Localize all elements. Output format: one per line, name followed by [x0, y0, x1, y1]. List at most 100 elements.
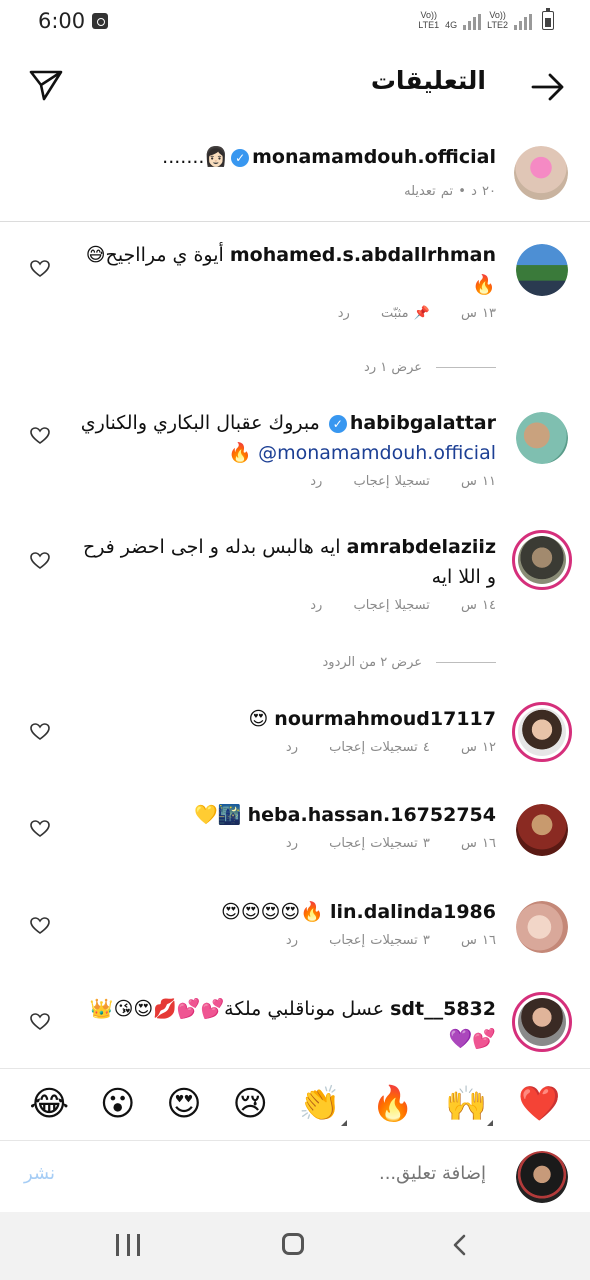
avatar[interactable] — [512, 702, 572, 762]
comment-text-line: amrabdelaziiz ايه هالبس بدله و اجى احضر … — [70, 532, 496, 592]
status-bar: 6:00 Vo)) LTE1 4G Vo)) LTE2 — [0, 0, 590, 44]
comment-item: heba.hassan.16752754 🌃💛 ١٦ س ٣ تسجيلات إ… — [70, 800, 496, 851]
caption-meta: ٢٠ د • تم تعديله — [404, 184, 496, 199]
send-direct-icon[interactable] — [28, 68, 64, 102]
pinned-label: 📌 مثبّت — [380, 306, 430, 321]
comment-text: 🌃💛 — [194, 804, 242, 826]
emoji-heart-button[interactable]: ❤️ — [518, 1084, 560, 1124]
quick-emoji-bar: 😂 😮 😍 😢 👏 🔥 🙌 ❤️ — [0, 1068, 590, 1138]
comment-meta: ١٦ س ٣ تسجيلات إعجاب رد — [70, 933, 496, 948]
emoji-surprised-button[interactable]: 😮 — [100, 1084, 135, 1124]
likes-count[interactable]: ٤ تسجيلات إعجاب — [329, 740, 430, 755]
comment-time: ١٦ س — [461, 836, 496, 851]
comment-meta: ١٣ س 📌 مثبّت رد — [70, 306, 496, 321]
view-replies-label[interactable]: عرض ١ رد — [364, 360, 422, 375]
avatar[interactable] — [512, 530, 572, 590]
reply-button[interactable]: رد — [286, 933, 298, 948]
comment-meta: ١٢ س ٤ تسجيلات إعجاب رد — [70, 740, 496, 755]
comment-text-line: @monamamdouh.official 🔥 — [70, 438, 496, 468]
avatar[interactable] — [516, 412, 568, 464]
comment-username[interactable]: lin.dalinda1986 — [330, 901, 496, 923]
reply-button[interactable]: رد — [286, 836, 298, 851]
comment-item: mohamed.s.abdallrhman أيوة ي مرااجيح😅🔥 ١… — [70, 240, 496, 321]
comment-text-line: sdt__5832 عسل موناقلبي ملكة💕💕💋😍😘👑💕💜 — [70, 994, 496, 1054]
home-icon[interactable] — [282, 1233, 304, 1255]
emoji-heart-eyes-button[interactable]: 😍 — [166, 1084, 201, 1124]
comment-item: lin.dalinda1986 🔥😍😍😍😍 ١٦ س ٣ تسجيلات إعج… — [70, 897, 496, 948]
comment-username[interactable]: mohamed.s.abdallrhman — [230, 244, 496, 266]
verified-badge-icon: ✓ — [231, 148, 250, 167]
add-comment-input[interactable] — [226, 1163, 486, 1184]
comment-item: sdt__5832 عسل موناقلبي ملكة💕💕💋😍😘👑💕💜 — [70, 994, 496, 1054]
comment-username[interactable]: nourmahmoud17117 — [274, 708, 496, 730]
like-heart-icon[interactable] — [30, 1013, 50, 1031]
network-type: 4G — [445, 20, 458, 30]
reply-button[interactable]: رد — [286, 740, 298, 755]
recent-apps-icon[interactable] — [116, 1234, 140, 1256]
comment-time: ١١ س — [461, 474, 496, 489]
like-heart-icon[interactable] — [30, 820, 50, 838]
header: التعليقات — [0, 52, 590, 116]
post-button[interactable]: نشر — [24, 1163, 55, 1184]
like-heart-icon[interactable] — [30, 260, 50, 278]
comment-username[interactable]: heba.hassan.16752754 — [248, 804, 496, 826]
comment-text: 😍 — [248, 708, 269, 730]
post-caption: monamamdouh.official✓👩🏻....... ٢٠ د • تم… — [0, 140, 590, 222]
likes-count[interactable]: ٣ تسجيلات إعجاب — [329, 836, 430, 851]
page-title: التعليقات — [370, 66, 486, 95]
avatar[interactable] — [514, 146, 568, 200]
comment-text-line: lin.dalinda1986 🔥😍😍😍😍 — [70, 897, 496, 927]
view-replies-label[interactable]: عرض ٢ من الردود — [323, 655, 423, 670]
likes-count[interactable]: ٣ تسجيلات إعجاب — [329, 933, 430, 948]
emoji-fire-button[interactable]: 🔥 — [372, 1084, 414, 1124]
comment-text: مبروك عقبال البكاري والكناري — [80, 412, 320, 434]
status-time: 6:00 — [38, 9, 86, 33]
replies-divider-line — [436, 367, 496, 368]
comment-time: ١٦ س — [461, 933, 496, 948]
comment-username[interactable]: habibgalattar — [350, 412, 496, 434]
emoji-crying-button[interactable]: 😢 — [232, 1084, 267, 1124]
comment-meta: ١٦ س ٣ تسجيلات إعجاب رد — [70, 836, 496, 851]
back-arrow-icon[interactable] — [530, 72, 566, 102]
sim1-label: Vo)) LTE1 — [418, 10, 440, 30]
likes-count[interactable]: تسجيلا إعجاب — [353, 474, 429, 489]
comment-text-line: mohamed.s.abdallrhman أيوة ي مرااجيح😅🔥 — [70, 240, 496, 300]
comment-time: ١٢ س — [461, 740, 496, 755]
emoji-raised-hands-button[interactable]: 🙌 — [445, 1084, 494, 1126]
status-indicators: Vo)) LTE1 4G Vo)) LTE2 — [418, 8, 554, 30]
like-heart-icon[interactable] — [30, 552, 50, 570]
view-replies-link[interactable]: عرض ١ رد — [0, 360, 496, 375]
reply-button[interactable]: رد — [310, 474, 322, 489]
like-heart-icon[interactable] — [30, 723, 50, 741]
avatar[interactable] — [516, 804, 568, 856]
comment-username[interactable]: sdt__5832 — [390, 998, 496, 1020]
verified-badge-icon: ✓ — [328, 414, 347, 433]
mention-link[interactable]: @monamamdouh.official — [258, 442, 496, 464]
replies-divider-line — [436, 662, 496, 663]
battery-icon — [542, 8, 554, 30]
comment-text-line: nourmahmoud17117 😍 — [70, 704, 496, 734]
comment-username[interactable]: amrabdelaziiz — [347, 536, 496, 558]
comment-text-line: heba.hassan.16752754 🌃💛 — [70, 800, 496, 830]
reply-button[interactable]: رد — [338, 306, 350, 321]
reply-button[interactable]: رد — [310, 598, 322, 613]
comment-text: 🔥😍😍😍😍 — [221, 901, 324, 923]
current-user-avatar — [516, 1151, 568, 1203]
like-heart-icon[interactable] — [30, 427, 50, 445]
comment-item: amrabdelaziiz ايه هالبس بدله و اجى احضر … — [70, 532, 496, 613]
emoji-tears-of-joy-button[interactable]: 😂 — [29, 1084, 69, 1124]
like-heart-icon[interactable] — [30, 917, 50, 935]
avatar[interactable] — [512, 992, 572, 1052]
comment-text-tail: 🔥 — [228, 442, 253, 464]
avatar[interactable] — [516, 244, 568, 296]
nav-back-icon[interactable] — [450, 1234, 470, 1256]
comment-item: nourmahmoud17117 😍 ١٢ س ٤ تسجيلات إعجاب … — [70, 704, 496, 755]
likes-count[interactable]: تسجيلا إعجاب — [353, 598, 429, 613]
notification-app-icon — [92, 13, 108, 29]
caption-text: 👩🏻....... — [162, 146, 229, 168]
emoji-clapping-button[interactable]: 👏 — [299, 1084, 348, 1126]
view-replies-link[interactable]: عرض ٢ من الردود — [0, 655, 496, 670]
caption-username[interactable]: monamamdouh.official — [252, 146, 496, 168]
sim2-label: Vo)) LTE2 — [487, 10, 508, 30]
avatar[interactable] — [516, 901, 568, 953]
